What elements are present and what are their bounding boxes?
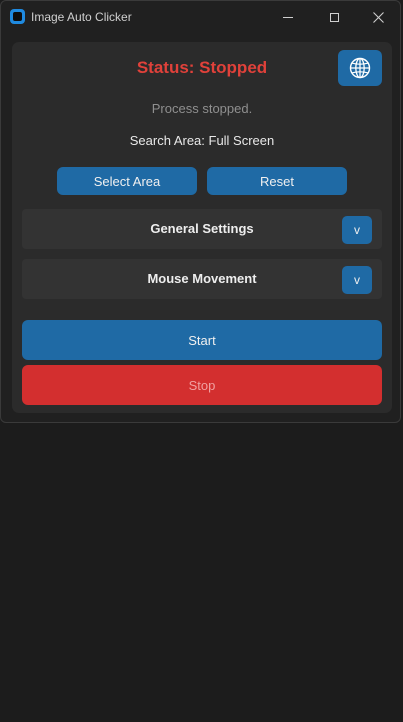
minimize-icon xyxy=(283,16,293,18)
mouse-movement-title: Mouse Movement xyxy=(147,271,257,286)
reset-button[interactable]: Reset xyxy=(207,167,347,195)
app-icon xyxy=(10,9,25,24)
globe-icon xyxy=(349,57,371,79)
mouse-movement-toggle-button[interactable]: v xyxy=(342,266,372,294)
maximize-button[interactable] xyxy=(311,1,357,33)
close-icon xyxy=(372,11,384,23)
general-settings-toggle-button[interactable]: v xyxy=(342,216,372,244)
main-panel: Status: Stopped Process stopped. Search … xyxy=(12,42,392,413)
stop-button[interactable]: Stop xyxy=(22,365,382,405)
app-window: Image Auto Clicker Status: Stopped Proce… xyxy=(0,0,401,423)
general-settings-section[interactable]: General Settings v xyxy=(22,209,382,249)
title-bar[interactable]: Image Auto Clicker xyxy=(1,1,400,34)
maximize-icon xyxy=(329,12,339,22)
search-area-label: Search Area: Full Screen xyxy=(129,133,275,148)
start-button[interactable]: Start xyxy=(22,320,382,360)
status-label: Status: Stopped xyxy=(136,58,268,77)
language-button[interactable] xyxy=(338,50,382,86)
window-title: Image Auto Clicker xyxy=(31,10,132,24)
select-area-button[interactable]: Select Area xyxy=(57,167,197,195)
mouse-movement-section[interactable]: Mouse Movement v xyxy=(22,259,382,299)
minimize-button[interactable] xyxy=(265,1,311,33)
process-message: Process stopped. xyxy=(151,101,253,116)
general-settings-title: General Settings xyxy=(150,221,254,236)
close-button[interactable] xyxy=(355,1,401,33)
